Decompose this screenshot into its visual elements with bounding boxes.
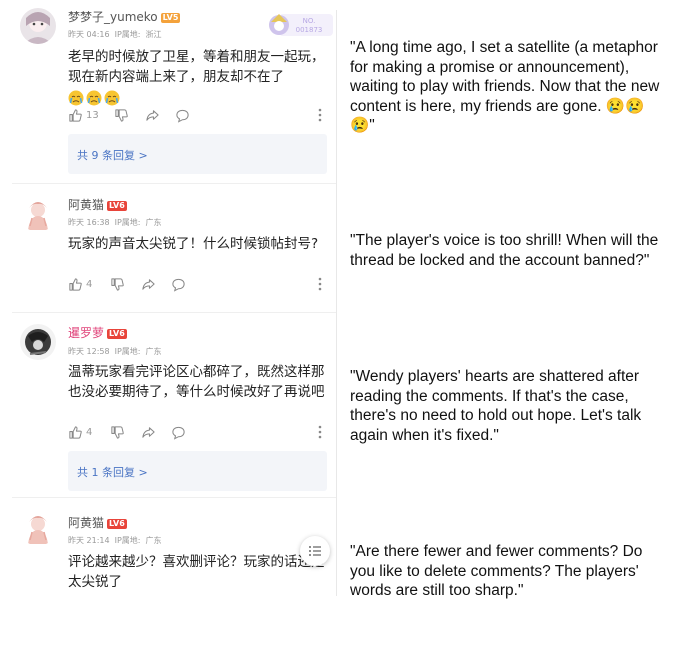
username-text[interactable]: 阿黄猫 (68, 516, 104, 530)
translation-4: "Are there fewer and fewer comments? Do … (350, 543, 643, 599)
dislike-button[interactable] (114, 107, 129, 123)
timestamp: 昨天 16:38 (68, 218, 110, 227)
thumbs-down-icon (111, 425, 124, 439)
more-options-icon[interactable] (314, 424, 326, 440)
like-button[interactable]: 4 (68, 424, 92, 440)
crying-emoji-icon (68, 90, 84, 106)
comment-text: 老早的时候放了卫星，等着和朋友一起玩，现在新内容端上来了，朋友却不在了 (68, 49, 325, 85)
like-count: 13 (86, 109, 99, 121)
thumbs-down-icon (115, 108, 128, 122)
avatar[interactable] (20, 196, 56, 232)
ip-location: 广东 (145, 218, 162, 227)
comment-text: 温蒂玩家看完评论区心都碎了，既然这样那也没必要期待了，等什么时候改好了再说吧 (68, 364, 325, 400)
ip-label: IP属地: (114, 536, 141, 545)
level-badge: LV6 (107, 519, 127, 529)
like-button[interactable]: 13 (68, 107, 99, 123)
divider (12, 497, 336, 498)
translation-3: "Wendy players' hearts are shattered aft… (350, 368, 642, 444)
comment-meta: 昨天 12:58 IP属地: 广东 (68, 346, 167, 357)
action-bar: 13 (68, 107, 330, 123)
crying-emoji-icon (86, 90, 102, 106)
thumbs-up-icon (69, 425, 82, 439)
share-icon (146, 109, 159, 121)
divider (12, 312, 336, 313)
username-text[interactable]: 梦梦子_yumeko (68, 10, 158, 24)
comment-meta: 昨天 04:16 IP属地: 浙江 (68, 29, 167, 40)
list-icon (309, 546, 321, 556)
avatar[interactable] (20, 324, 56, 360)
dislike-button[interactable] (110, 276, 125, 292)
share-button[interactable] (141, 424, 156, 440)
username-text[interactable]: 暹罗萝 (68, 326, 104, 340)
thumbs-up-icon (69, 108, 82, 122)
ip-label: IP属地: (114, 218, 141, 227)
comment-panel: 梦梦子_yumeko LV5 昨天 04:16 IP属地: 浙江 NO. 001873 … (12, 0, 336, 596)
replies-link[interactable]: 共 1 条回复 > (77, 464, 148, 480)
ip-label: IP属地: (114, 347, 141, 356)
share-icon (142, 278, 155, 290)
level-badge: LV6 (107, 201, 127, 211)
panel-divider (336, 10, 337, 596)
like-count: 4 (86, 426, 93, 438)
crying-emoji-icon (104, 90, 120, 106)
comment-bubble-icon (172, 278, 185, 292)
ip-label: IP属地: (114, 30, 141, 39)
ip-location: 广东 (145, 536, 162, 545)
username[interactable]: 梦梦子_yumeko LV5 (68, 8, 181, 25)
level-badge: LV5 (160, 13, 181, 23)
translation-2: "The player's voice is too shrill! When … (350, 232, 659, 269)
reply-button[interactable] (171, 424, 186, 440)
thumbs-up-icon (69, 277, 82, 291)
list-menu-button[interactable] (300, 536, 330, 566)
username[interactable]: 暹罗萝 LV6 (68, 324, 127, 341)
ip-location: 广东 (145, 347, 162, 356)
avatar[interactable] (20, 8, 56, 44)
username-text[interactable]: 阿黄猫 (68, 198, 104, 212)
svg-text:001873: 001873 (296, 26, 323, 34)
username[interactable]: 阿黄猫 LV6 (68, 196, 127, 213)
share-button[interactable] (141, 276, 156, 292)
more-options-icon[interactable] (314, 276, 326, 292)
number-badge-icon: NO. 001873 (265, 12, 333, 38)
translation-1: "A long time ago, I set a satellite (a m… (350, 39, 660, 134)
level-badge: LV6 (107, 329, 127, 339)
action-bar: 4 (68, 276, 330, 292)
ip-location: 浙江 (145, 30, 162, 39)
dislike-button[interactable] (110, 424, 125, 440)
timestamp: 昨天 04:16 (68, 30, 110, 39)
comment-text: 玩家的声音太尖锐了！什么时候锁帖封号? (68, 236, 319, 252)
thumbs-down-icon (111, 277, 124, 291)
action-bar: 4 (68, 424, 330, 440)
like-count: 4 (86, 278, 93, 290)
avatar[interactable] (20, 510, 56, 546)
badge-text: NO. (303, 17, 316, 25)
more-options-icon[interactable] (314, 107, 326, 123)
comment-bubble-icon (176, 109, 189, 123)
divider (12, 183, 336, 184)
comment-text: 评论越来越少？喜欢删评论？玩家的话还是太尖锐了 (68, 554, 325, 590)
timestamp: 昨天 21:14 (68, 536, 110, 545)
view-replies-button[interactable]: 共 1 条回复 > (68, 451, 327, 491)
like-button[interactable]: 4 (68, 276, 92, 292)
share-button[interactable] (145, 107, 160, 123)
emoji-row (68, 90, 122, 108)
timestamp: 昨天 12:58 (68, 347, 110, 356)
share-icon (142, 426, 155, 438)
view-replies-button[interactable]: 共 9 条回复 > (68, 134, 327, 174)
replies-link[interactable]: 共 9 条回复 > (77, 147, 148, 163)
reply-button[interactable] (171, 276, 186, 292)
comment-bubble-icon (172, 426, 185, 440)
comment-meta: 昨天 16:38 IP属地: 广东 (68, 217, 167, 228)
reply-button[interactable] (175, 107, 190, 123)
comment-meta: 昨天 21:14 IP属地: 广东 (68, 535, 167, 546)
username[interactable]: 阿黄猫 LV6 (68, 514, 127, 531)
